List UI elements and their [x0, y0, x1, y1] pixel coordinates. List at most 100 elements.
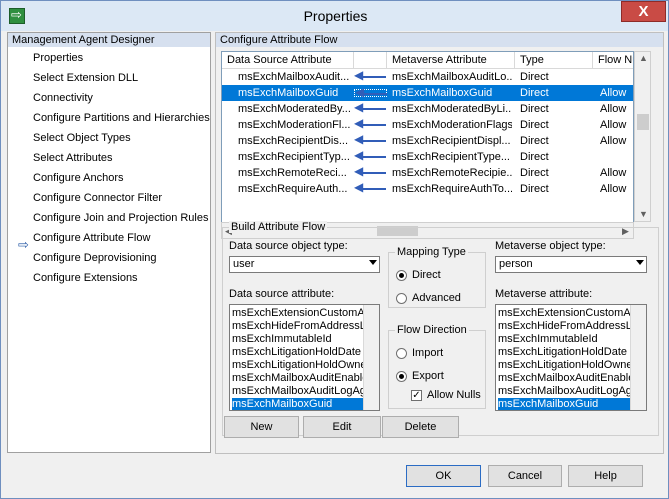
scroll-up-icon[interactable]: ▲ [639, 53, 648, 63]
column-header-source[interactable]: Data Source Attribute [222, 52, 354, 69]
column-header-arrow[interactable] [354, 52, 387, 69]
list-item[interactable]: msExchMailboxAuditLogAgeLi [232, 385, 364, 398]
help-button[interactable]: Help [568, 465, 643, 487]
flow-cell: Allow [600, 135, 627, 147]
list-item[interactable]: msExchLitigationHoldDate [232, 346, 364, 359]
list-item[interactable]: msExchMailboxAuditEnable [498, 372, 630, 385]
metaverse-cell: msExchModeratedByLi... [392, 103, 512, 115]
metaverse-cell: msExchRemoteRecipie... [392, 167, 512, 179]
delete-button[interactable]: Delete [382, 416, 459, 438]
source-attribute-scrollbar[interactable] [363, 305, 379, 410]
type-cell: Direct [520, 103, 549, 115]
mapping-direct-radio[interactable] [396, 270, 407, 281]
import-arrow-icon: ◀ [354, 101, 387, 113]
list-item[interactable]: msExchExtensionCustomAttrib [232, 307, 364, 320]
source-cell: msExchModeratedBy... [238, 103, 351, 115]
title-bar: Properties X [1, 1, 668, 31]
list-item[interactable]: msExchImmutableId [498, 333, 630, 346]
list-item[interactable]: msExchHideFromAddressLists [232, 320, 364, 333]
column-header-flow-nulls[interactable]: Flow Nu [593, 52, 633, 69]
list-item[interactable]: msExchLitigationHoldDate [498, 346, 630, 359]
column-header-metaverse[interactable]: Metaverse Attribute [387, 52, 515, 69]
source-cell: msExchMailboxAudit... [238, 71, 350, 83]
build-attribute-flow-title: Build Attribute Flow [229, 221, 328, 233]
nav-item-select-extension-dll[interactable]: Select Extension DLL [33, 72, 138, 84]
table-row[interactable]: msExchModerationFl... ◀ msExchModerationFl… [222, 117, 633, 133]
nav-item-configure-extensions[interactable]: Configure Extensions [33, 272, 138, 284]
flow-direction-title: Flow Direction [395, 324, 469, 336]
source-cell: msExchRecipientTyp... [238, 151, 350, 163]
attribute-flow-grid[interactable]: Data Source Attribute Metaverse Attribut… [221, 51, 634, 239]
type-cell: Direct [520, 71, 549, 83]
import-arrow-icon: ◀ [354, 133, 387, 145]
flow-direction-group: Flow Direction Import Export ✓ Allow Null… [388, 324, 486, 409]
table-row[interactable]: msExchRecipientDis... ◀ msExchRecipientDis… [222, 133, 633, 149]
nav-item-configure-attribute-flow[interactable]: Configure Attribute Flow [33, 232, 150, 244]
nav-item-properties[interactable]: Properties [33, 52, 83, 64]
current-step-arrow-icon: ⇨ [18, 237, 29, 252]
list-item[interactable]: msExchImmutableId [232, 333, 364, 346]
metaverse-attribute-scrollbar[interactable] [630, 305, 646, 410]
new-button[interactable]: New [224, 416, 299, 438]
nav-item-connectivity[interactable]: Connectivity [33, 92, 93, 104]
mapping-type-group: Mapping Type Direct Advanced [388, 246, 486, 308]
flow-export-radio[interactable] [396, 371, 407, 382]
mapping-direct-label: Direct [412, 269, 441, 281]
type-cell: Direct [520, 167, 549, 179]
list-item-selected[interactable]: msExchMailboxGuid [498, 398, 630, 410]
import-arrow-icon: ◀ [354, 117, 387, 129]
nav-item-select-object-types[interactable]: Select Object Types [33, 132, 131, 144]
table-row[interactable]: msExchMailboxAudit... ◀ msExchMailboxAudit… [222, 69, 633, 85]
flow-import-radio[interactable] [396, 348, 407, 359]
mapping-advanced-radio[interactable] [396, 293, 407, 304]
table-row[interactable]: msExchRequireAuth... ◀ msExchRequireAuthTo… [222, 181, 633, 197]
list-item-selected[interactable]: msExchMailboxGuid [232, 398, 364, 410]
mapping-type-title: Mapping Type [395, 246, 468, 258]
list-item[interactable]: msExchMailboxAuditLogAgeLi [498, 385, 630, 398]
metaverse-object-type-select[interactable]: person [495, 256, 647, 273]
list-item[interactable]: msExchLitigationHoldOwner [232, 359, 364, 372]
table-row[interactable]: msExchRecipientTyp... ◀ msExchRecipientTyp… [222, 149, 633, 165]
list-item[interactable]: msExchLitigationHoldOwner [498, 359, 630, 372]
flow-cell: Allow [600, 103, 627, 115]
nav-item-configure-partitions[interactable]: Configure Partitions and Hierarchies [33, 112, 210, 124]
list-item[interactable]: msExchExtensionCustomAttrib [498, 307, 630, 320]
vertical-scroll-thumb[interactable] [637, 114, 649, 130]
scroll-down-icon[interactable]: ▼ [639, 209, 648, 219]
metaverse-cell: msExchRecipientDispl... [392, 135, 511, 147]
ok-button[interactable]: OK [406, 465, 481, 487]
nav-item-configure-deprovisioning[interactable]: Configure Deprovisioning [33, 252, 157, 264]
mapping-advanced-label: Advanced [412, 292, 461, 304]
list-item[interactable]: msExchMailboxAuditEnable [232, 372, 364, 385]
flow-cell: Allow [600, 183, 627, 195]
source-attribute-list[interactable]: msExchExtensionCustomAttrib msExchHideFr… [229, 304, 380, 411]
source-object-type-label: Data source object type: [229, 240, 348, 252]
attribute-flow-vertical-scrollbar[interactable]: ▲ ▼ [634, 51, 651, 222]
properties-window: Properties X Management Agent Designer ⇨… [0, 0, 669, 499]
nav-item-configure-join-projection[interactable]: Configure Join and Projection Rules [33, 212, 209, 224]
source-cell: msExchRequireAuth... [238, 183, 348, 195]
table-row-selected[interactable]: msExchMailboxGuid ◀ msExchMailboxGuid Direc… [222, 85, 633, 101]
right-panel-header: Configure Attribute Flow [216, 33, 663, 47]
flow-cell: Allow [600, 119, 627, 131]
metaverse-attribute-list[interactable]: msExchExtensionCustomAttrib msExchHideFr… [495, 304, 647, 411]
close-button[interactable]: X [621, 1, 666, 22]
flow-export-label: Export [412, 370, 444, 382]
nav-item-configure-anchors[interactable]: Configure Anchors [33, 172, 124, 184]
table-row[interactable]: msExchRemoteReci... ◀ msExchRemoteRecipie.… [222, 165, 633, 181]
source-cell: msExchRemoteReci... [238, 167, 347, 179]
nav-item-configure-connector-filter[interactable]: Configure Connector Filter [33, 192, 162, 204]
source-object-type-select[interactable]: user [229, 256, 380, 273]
list-item[interactable]: msExchHideFromAddressLists [498, 320, 630, 333]
flow-import-label: Import [412, 347, 444, 359]
metaverse-cell: msExchRequireAuthTo... [392, 183, 512, 195]
source-cell: msExchModerationFl... [238, 119, 351, 131]
allow-nulls-checkbox[interactable]: ✓ [411, 390, 422, 401]
cancel-button[interactable]: Cancel [488, 465, 562, 487]
flow-cell: Allow [600, 87, 627, 99]
column-header-type[interactable]: Type [515, 52, 593, 69]
edit-button[interactable]: Edit [303, 416, 381, 438]
table-row[interactable]: msExchModeratedBy... ◀ msExchModeratedByLi… [222, 101, 633, 117]
type-cell: Direct [520, 183, 549, 195]
nav-item-select-attributes[interactable]: Select Attributes [33, 152, 113, 164]
